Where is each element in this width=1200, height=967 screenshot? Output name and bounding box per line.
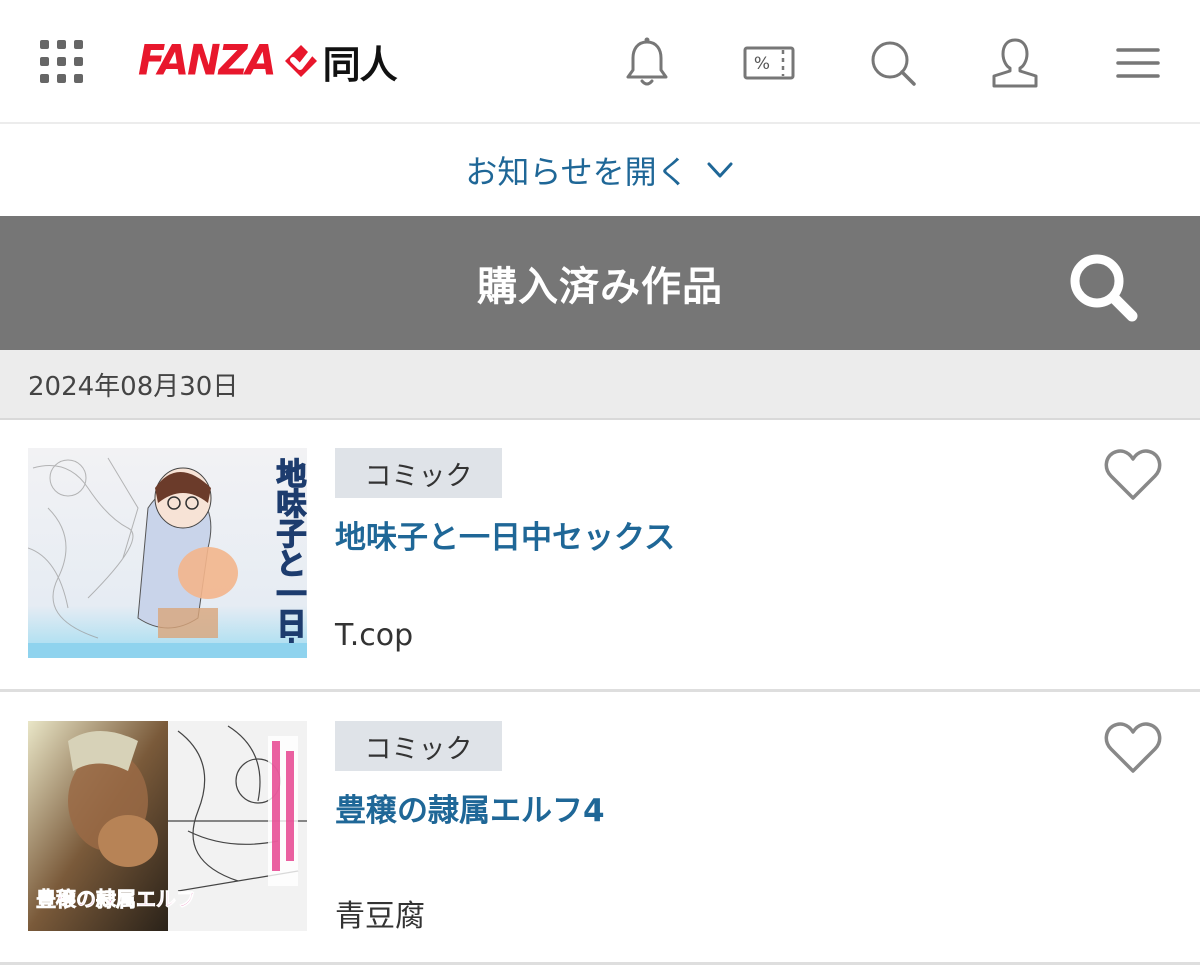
item-title-link[interactable]: 豊穣の隷属エルフ4 (335, 785, 605, 830)
bell-icon[interactable] (620, 36, 674, 90)
chevron-down-icon (707, 162, 733, 178)
search-purchases-icon[interactable] (1064, 248, 1142, 326)
category-label: コミック (364, 733, 473, 765)
favorite-heart-icon[interactable] (1104, 721, 1162, 775)
category-badge: コミック (335, 721, 502, 771)
purchase-date: 2024年08月30日 (28, 371, 239, 402)
category-label: コミック (364, 460, 473, 492)
item-thumbnail[interactable]: 地味子と一日中セックス (28, 448, 307, 658)
logo-mark-icon (284, 45, 317, 77)
coupon-icon[interactable]: % (742, 36, 796, 90)
item-author[interactable]: T.cop (335, 618, 413, 653)
svg-text:%: % (754, 54, 770, 74)
item-title-link[interactable]: 地味子と一日中セックス (335, 512, 675, 557)
svg-text:豊穣の隷属エルフ: 豊穣の隷属エルフ (36, 887, 196, 911)
date-group-header: 2024年08月30日 (0, 350, 1200, 420)
list-item: 豊穣の隷属エルフ コミック 豊穣の隷属エルフ4 青豆腐 (0, 693, 1200, 965)
hamburger-menu-icon[interactable] (1110, 36, 1164, 90)
item-author[interactable]: 青豆腐 (335, 891, 425, 935)
logo-doujin-text: 同人 (322, 42, 398, 87)
apps-grid-icon[interactable] (40, 40, 84, 84)
notice-label: お知らせを開く (465, 153, 689, 191)
fanza-doujin-logo[interactable]: FANZA 同人 (138, 36, 398, 87)
page-title-bar: 購入済み作品 (0, 216, 1200, 350)
list-item: 地味子と一日中セックス コミック 地味子と一日中セックス T.cop (0, 420, 1200, 692)
search-icon[interactable] (866, 36, 920, 90)
item-thumbnail[interactable]: 豊穣の隷属エルフ (28, 721, 307, 931)
open-notices-toggle[interactable]: お知らせを開く (0, 124, 1200, 216)
svg-text:地味子と一日中セックス: 地味子と一日中セックス (271, 458, 307, 658)
user-icon[interactable] (988, 36, 1042, 90)
page-title: 購入済み作品 (477, 264, 723, 310)
category-badge: コミック (335, 448, 502, 498)
logo-fanza-text: FANZA (138, 36, 277, 86)
site-header: FANZA 同人 % (0, 0, 1200, 124)
favorite-heart-icon[interactable] (1104, 448, 1162, 502)
